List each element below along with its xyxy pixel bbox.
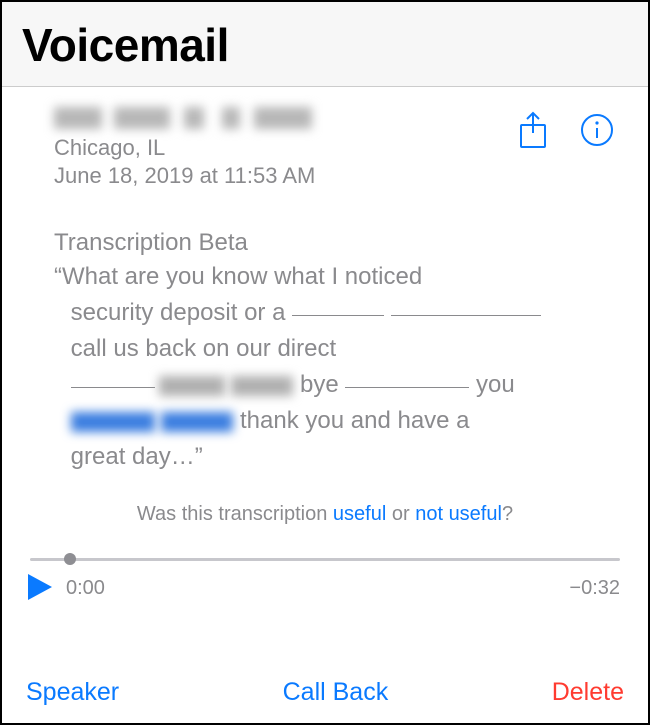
info-icon	[580, 113, 614, 147]
redacted-text	[159, 376, 225, 396]
transcription-line-4-end: you	[469, 371, 514, 398]
feedback-useful-link[interactable]: useful	[333, 503, 386, 525]
info-button[interactable]	[576, 109, 618, 151]
scrubber-knob[interactable]	[64, 553, 76, 565]
playback-remaining-time: −0:32	[569, 577, 620, 600]
caller-timestamp: June 18, 2019 at 11:53 AM	[54, 163, 512, 189]
caller-name-redacted	[54, 105, 314, 131]
playback-section: 0:00 −0:32	[26, 550, 624, 604]
transcription-line-6: great day…”	[71, 443, 203, 470]
redacted-text	[231, 376, 293, 396]
feedback-or: or	[386, 503, 415, 525]
call-back-button[interactable]: Call Back	[283, 678, 389, 707]
feedback-q: ?	[502, 503, 513, 525]
transcription-line-5: thank you and have a	[233, 407, 469, 434]
playback-scrubber[interactable]	[30, 550, 620, 568]
transcription-text: “What are you know what I noticed securi…	[54, 259, 624, 475]
voicemail-top-row: Chicago, IL June 18, 2019 at 11:53 AM	[26, 105, 624, 189]
feedback-not-useful-link[interactable]: not useful	[415, 503, 502, 525]
transcription-line-2a: security deposit or a	[71, 299, 292, 326]
transcription-section: Transcription Beta “What are you know wh…	[26, 229, 624, 475]
transcription-feedback: Was this transcription useful or not use…	[26, 503, 624, 526]
playback-row: 0:00 −0:32	[30, 572, 620, 604]
scrubber-track	[30, 558, 620, 561]
delete-button[interactable]: Delete	[552, 678, 624, 707]
play-button[interactable]	[26, 572, 58, 604]
speaker-button[interactable]: Speaker	[26, 678, 119, 707]
playback-current-time: 0:00	[66, 577, 105, 600]
transcription-blank	[71, 387, 155, 388]
header: Voicemail	[2, 2, 648, 87]
page-title: Voicemail	[22, 18, 628, 72]
share-icon	[517, 111, 549, 149]
redacted-link	[71, 412, 155, 432]
caller-location: Chicago, IL	[54, 135, 512, 161]
play-icon	[26, 572, 54, 602]
bottom-toolbar: Speaker Call Back Delete	[2, 664, 648, 723]
voicemail-meta: Chicago, IL June 18, 2019 at 11:53 AM	[26, 105, 512, 189]
redacted-link	[161, 412, 233, 432]
voicemail-detail: Chicago, IL June 18, 2019 at 11:53 AM	[2, 87, 648, 664]
transcription-blank	[391, 315, 541, 316]
feedback-prompt: Was this transcription	[137, 503, 333, 525]
voicemail-actions	[512, 105, 624, 151]
transcription-line-4-mid: bye	[293, 371, 345, 398]
transcription-label: Transcription Beta	[54, 229, 624, 257]
transcription-blank	[345, 387, 469, 388]
transcription-line-1: “What are you know what I noticed	[54, 263, 422, 290]
transcription-blank	[292, 315, 384, 316]
transcription-line-3: call us back on our direct	[71, 335, 336, 362]
share-button[interactable]	[512, 109, 554, 151]
